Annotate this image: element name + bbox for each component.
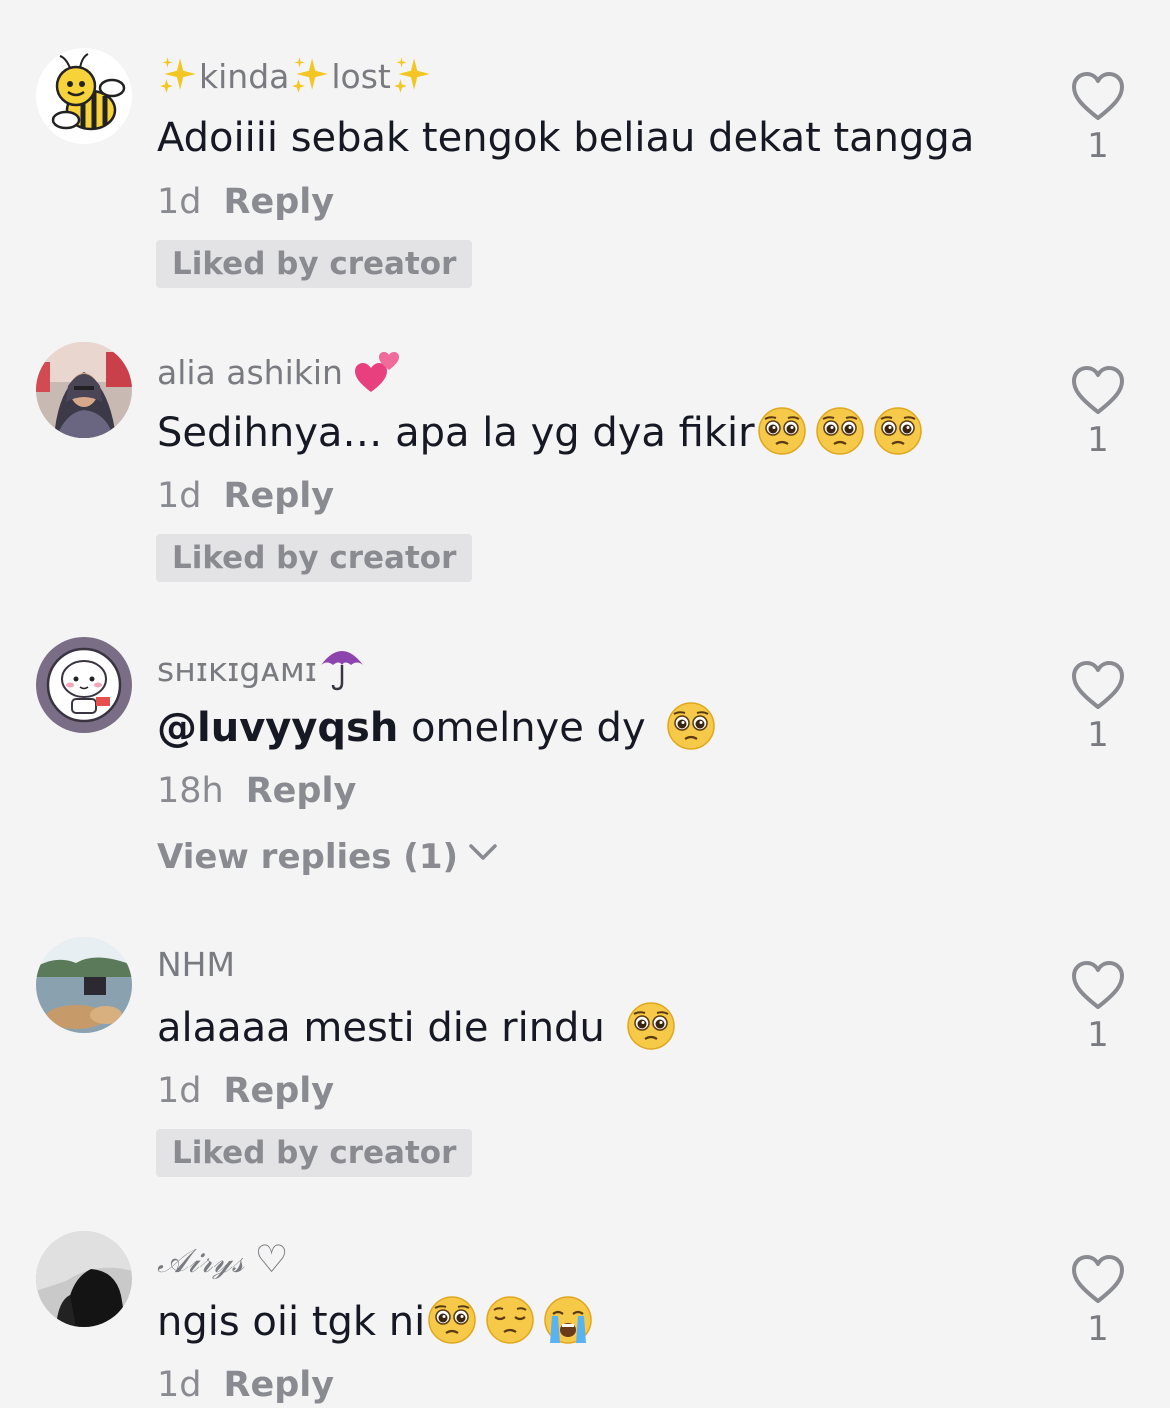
reply-button[interactable]: Reply — [224, 476, 335, 516]
liked-by-creator-badge: Liked by creator — [156, 1129, 473, 1177]
avatar[interactable] — [36, 1231, 132, 1327]
avatar[interactable] — [36, 637, 132, 733]
comment-time: 1d — [157, 476, 202, 516]
comment-time: 1d — [157, 182, 202, 222]
like-button[interactable]: 1 — [1068, 70, 1128, 166]
liked-by-creator-badge: Liked by creator — [156, 240, 473, 288]
sparkles-icon — [157, 54, 199, 96]
comment-meta: 18h Reply — [157, 769, 356, 813]
pleading-face-icon — [427, 1295, 477, 1345]
umbrella-icon — [321, 651, 364, 691]
comment-time: 1d — [157, 1071, 202, 1111]
like-count: 1 — [1087, 126, 1109, 166]
heart-outline-icon[interactable] — [1070, 364, 1126, 416]
avatar[interactable] — [36, 48, 132, 144]
like-button[interactable]: 1 — [1068, 959, 1128, 1055]
sparkles-icon — [289, 54, 331, 96]
username[interactable]: kinda lost — [157, 54, 433, 99]
mention-link[interactable]: @luvyyqsh — [157, 705, 398, 751]
comment-meta: 1d Reply — [157, 1363, 334, 1407]
comment-text: alaaaa mesti die rindu — [157, 1001, 676, 1054]
like-count: 1 — [1087, 715, 1109, 755]
comment-meta: 1d Reply — [157, 180, 334, 224]
pleading-face-icon — [873, 406, 923, 456]
like-button[interactable]: 1 — [1068, 364, 1128, 460]
avatar[interactable] — [36, 937, 132, 1033]
heart-outline-icon[interactable] — [1070, 659, 1126, 711]
heart-outline-icon[interactable] — [1070, 70, 1126, 122]
heart-outline-icon[interactable] — [1070, 1253, 1126, 1305]
view-replies-button[interactable]: View replies (1) — [157, 835, 498, 879]
like-count: 1 — [1087, 420, 1109, 460]
loudly-crying-face-icon — [543, 1295, 593, 1345]
two-hearts-icon — [355, 352, 400, 392]
pleading-face-icon — [666, 701, 716, 751]
pleading-face-icon — [626, 1001, 676, 1051]
reply-button[interactable]: Reply — [224, 1365, 335, 1405]
like-count: 1 — [1087, 1015, 1109, 1055]
username[interactable]: sʜɪᴋɪgᴀᴍɪ — [157, 643, 367, 692]
reply-button[interactable]: Reply — [224, 1071, 335, 1111]
avatar[interactable] — [36, 342, 132, 438]
like-button[interactable]: 1 — [1068, 659, 1128, 755]
comment-text: @luvyyqsh omelnye dy — [157, 701, 716, 754]
comment-text: Adoiiii sebak tengok beliau dekat tangga — [157, 115, 975, 161]
pleading-face-icon — [815, 406, 865, 456]
reply-button[interactable]: Reply — [246, 771, 357, 811]
comment-text: ngis oii tgk ni — [157, 1295, 593, 1348]
username[interactable]: alia ashikin — [157, 348, 401, 396]
like-button[interactable]: 1 — [1068, 1253, 1128, 1349]
username[interactable]: NHM — [157, 943, 235, 987]
pleading-face-icon — [757, 406, 807, 456]
comment-meta: 1d Reply — [157, 1069, 334, 1113]
comment-text: Sedihnya… apa la yg dya fikir — [157, 406, 923, 459]
reply-button[interactable]: Reply — [224, 182, 335, 222]
liked-by-creator-badge: Liked by creator — [156, 534, 473, 582]
comment-time: 18h — [157, 771, 224, 811]
username[interactable]: 𝒜𝒾𝓇𝓎𝓈 ♡ — [157, 1237, 289, 1283]
pensive-face-icon — [485, 1295, 535, 1345]
heart-outline-icon[interactable] — [1070, 959, 1126, 1011]
chevron-down-icon — [469, 844, 497, 860]
comment-meta: 1d Reply — [157, 474, 334, 518]
comment-time: 1d — [157, 1365, 202, 1405]
like-count: 1 — [1087, 1309, 1109, 1349]
sparkles-icon — [391, 54, 433, 96]
